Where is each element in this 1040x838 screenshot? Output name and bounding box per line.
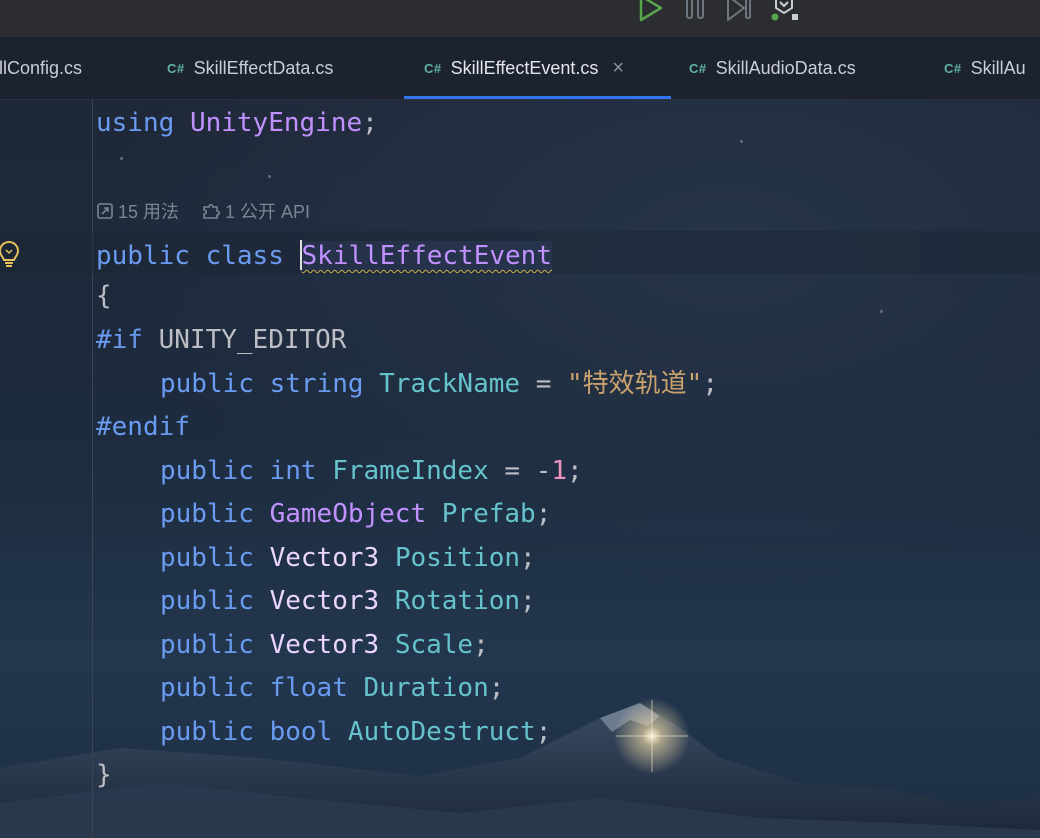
background-star	[740, 140, 743, 143]
code-editor[interactable]: using UnityEngine; 15 用法 1 公开 API public…	[0, 100, 1040, 838]
class-name[interactable]: SkillEffectEvent	[301, 241, 552, 271]
number-literal: 1	[551, 456, 568, 486]
type-name: GameObject	[269, 499, 427, 529]
active-tab-indicator	[404, 96, 671, 99]
tab-skill-effect-data[interactable]: C# SkillEffectData.cs	[167, 37, 333, 99]
close-tab-icon[interactable]: ×	[612, 57, 624, 80]
type-name: string	[269, 369, 364, 399]
usages-hint[interactable]: 15 用法	[96, 198, 179, 224]
field-name: TrackName	[379, 369, 521, 399]
code-line-autodestruct: public bool AutoDestruct;	[96, 719, 551, 745]
field-name: AutoDestruct	[347, 717, 536, 747]
punctuation: ;	[702, 369, 718, 399]
usages-icon	[97, 203, 113, 219]
keyword: public	[160, 369, 254, 399]
code-line-class-declaration: public class SkillEffectEvent	[96, 240, 552, 271]
public-api-hint[interactable]: 1 公开 API	[201, 198, 310, 224]
tab-skill-effect-event[interactable]: C# SkillEffectEvent.cs ×	[424, 37, 624, 99]
punctuation: ;	[362, 108, 378, 138]
background-star	[120, 157, 123, 160]
code-line-position: public Vector3 Position;	[96, 545, 536, 571]
code-line-open-brace: {	[96, 283, 112, 309]
field-name: Rotation	[394, 586, 521, 616]
keyword: public	[96, 241, 190, 271]
punctuation: ;	[520, 543, 536, 573]
punctuation: ;	[535, 499, 552, 529]
inlay-hints: 15 用法 1 公开 API	[96, 199, 310, 223]
operator: =	[520, 369, 568, 399]
usages-count: 15 用法	[118, 202, 180, 222]
code-line-endif-directive: #endif	[96, 414, 190, 440]
keyword: public	[160, 499, 254, 529]
punctuation: ;	[520, 586, 536, 616]
keyword: public	[160, 630, 254, 660]
preprocessor-symbol: UNITY_EDITOR	[158, 325, 347, 355]
tab-label: SkillEffectData.cs	[193, 57, 334, 78]
keyword: public	[160, 543, 254, 573]
punctuation: ;	[488, 673, 505, 703]
keyword: public	[160, 717, 254, 747]
puzzle-icon	[203, 203, 221, 219]
type-name: float	[269, 673, 348, 703]
main-toolbar	[0, 0, 1040, 37]
code-line-close-brace: }	[96, 762, 112, 788]
field-name: Duration	[363, 673, 489, 703]
csharp-file-icon: C#	[167, 60, 185, 76]
type-name: Vector3	[269, 543, 380, 573]
keyword: using	[96, 108, 175, 138]
operator: = -	[488, 456, 552, 486]
tab-skill-config[interactable]: illConfig.cs	[0, 37, 82, 99]
code-line-rotation: public Vector3 Rotation;	[96, 588, 536, 614]
tab-skill-audio[interactable]: C# SkillAu	[944, 37, 1026, 99]
code-line-duration: public float Duration;	[96, 675, 504, 701]
csharp-file-icon: C#	[944, 60, 962, 76]
type-name: Vector3	[269, 586, 380, 616]
code-line-prefab: public GameObject Prefab;	[96, 501, 551, 527]
field-name: FrameIndex	[332, 456, 489, 486]
namespace-name: UnityEngine	[189, 108, 363, 138]
punctuation: ;	[535, 717, 552, 747]
csharp-file-icon: C#	[424, 60, 442, 76]
code-line-trackname: public string TrackName = "特效轨道";	[96, 371, 718, 397]
preprocessor-directive: #endif	[96, 412, 190, 442]
background-star	[268, 175, 271, 178]
punctuation: ;	[473, 630, 489, 660]
tab-skill-audio-data[interactable]: C# SkillAudioData.cs	[689, 37, 856, 99]
type-name: Vector3	[269, 630, 380, 660]
keyword: public	[160, 586, 254, 616]
tab-label: SkillAudioData.cs	[715, 57, 856, 78]
type-name: int	[269, 456, 317, 486]
run-icon[interactable]	[637, 0, 665, 22]
punctuation: {	[96, 281, 112, 311]
background-star	[880, 310, 883, 313]
field-name: Position	[394, 543, 521, 573]
string-literal: "特效轨道"	[567, 369, 703, 399]
tab-label: SkillAu	[970, 57, 1026, 78]
code-line-if-directive: #if UNITY_EDITOR	[96, 327, 346, 353]
attach-debugger-icon[interactable]	[770, 0, 802, 22]
keyword: public	[160, 456, 254, 486]
public-api-count: 1 公开 API	[225, 202, 311, 222]
type-name: bool	[269, 717, 333, 747]
csharp-file-icon: C#	[689, 60, 707, 76]
keyword: public	[160, 673, 254, 703]
tab-label: illConfig.cs	[0, 57, 83, 78]
lightbulb-icon[interactable]	[0, 239, 22, 274]
punctuation: ;	[567, 456, 583, 486]
field-name: Prefab	[441, 499, 536, 529]
field-name: Scale	[394, 630, 474, 660]
step-icon[interactable]	[725, 0, 755, 22]
code-line-frameindex: public int FrameIndex = -1;	[96, 458, 583, 484]
pause-icon[interactable]	[683, 0, 709, 22]
gutter-separator	[92, 100, 93, 838]
code-line-using: using UnityEngine;	[96, 110, 378, 136]
tab-label: SkillEffectEvent.cs	[450, 57, 599, 78]
preprocessor-directive: #if	[96, 325, 143, 355]
punctuation: }	[96, 760, 112, 790]
code-line-scale: public Vector3 Scale;	[96, 632, 489, 658]
keyword: class	[205, 241, 284, 271]
editor-tab-bar: illConfig.cs C# SkillEffectData.cs C# Sk…	[0, 37, 1040, 100]
